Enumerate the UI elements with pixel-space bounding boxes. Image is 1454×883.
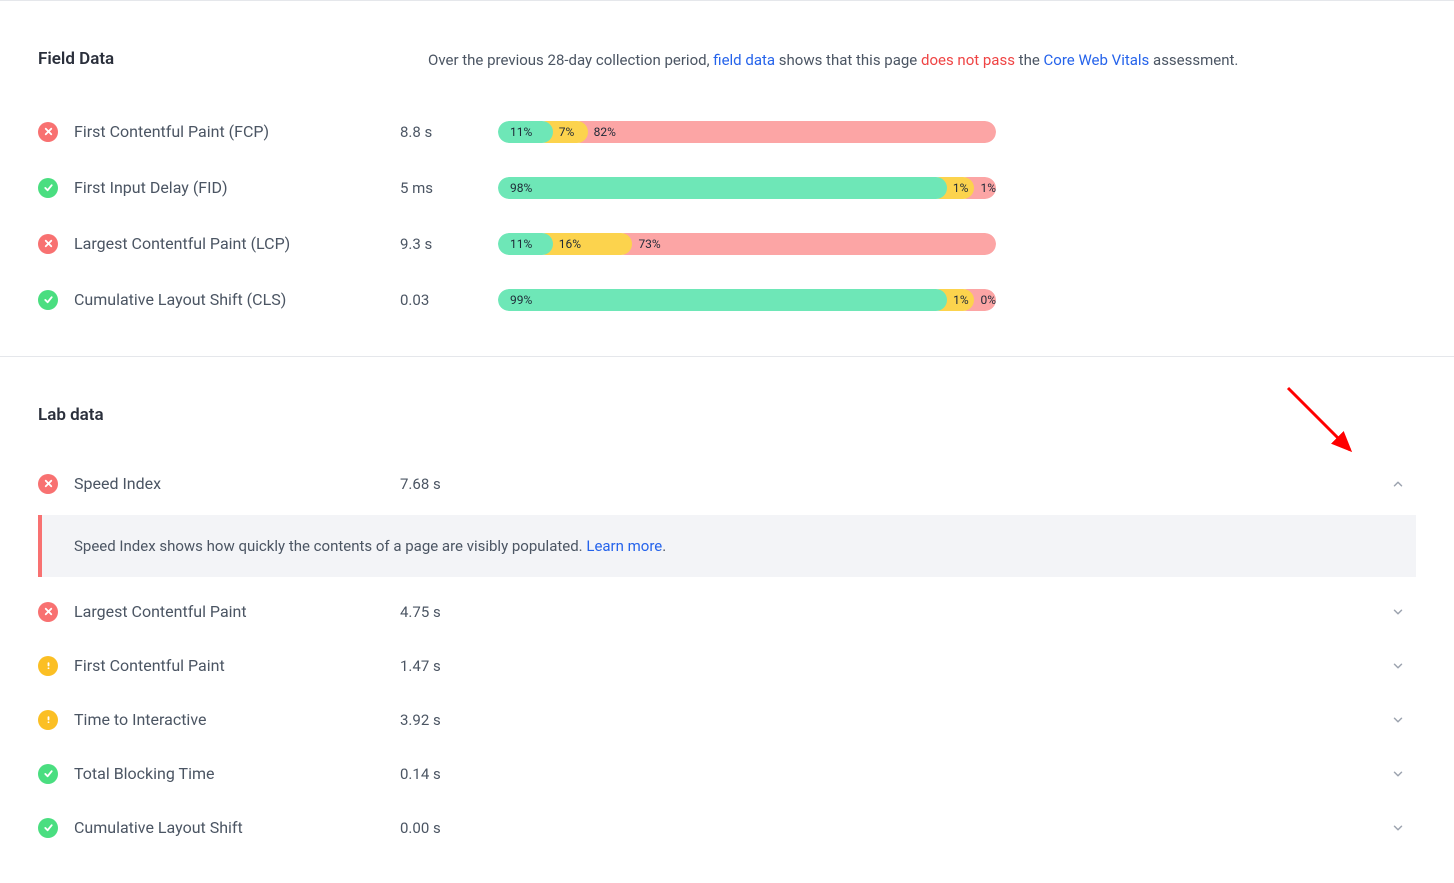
lab-metric-name: Time to Interactive bbox=[74, 710, 384, 729]
lab-metric-row[interactable]: Largest Contentful Paint 4.75 s bbox=[38, 585, 1416, 639]
lab-metrics-list: Speed Index 7.68 s Speed Index shows how q… bbox=[38, 457, 1416, 855]
field-metric-row: First Input Delay (FID) 5 ms 98%1%1% bbox=[38, 160, 1416, 216]
learn-more-link[interactable]: Learn more bbox=[586, 537, 662, 555]
lab-metric-value: 3.92 s bbox=[400, 711, 1372, 729]
chevron-down-icon[interactable] bbox=[1388, 818, 1408, 838]
dist-bad: 73% bbox=[614, 233, 996, 255]
metric-value: 0.03 bbox=[400, 291, 482, 309]
distribution-bar: 11%7%82% bbox=[498, 121, 996, 143]
lab-metric-row[interactable]: Speed Index 7.68 s bbox=[38, 457, 1416, 511]
metric-name: First Input Delay (FID) bbox=[74, 178, 384, 197]
field-data-section: Field Data Over the previous 28-day coll… bbox=[0, 0, 1454, 356]
does-not-pass-text: does not pass bbox=[921, 51, 1015, 69]
core-web-vitals-link[interactable]: Core Web Vitals bbox=[1044, 51, 1150, 69]
chevron-down-icon[interactable] bbox=[1388, 602, 1408, 622]
distribution-bar: 11%16%73% bbox=[498, 233, 996, 255]
dist-bad: 82% bbox=[570, 121, 996, 143]
metric-name: Largest Contentful Paint (LCP) bbox=[74, 234, 384, 253]
fail-icon bbox=[38, 234, 58, 254]
lab-metric-row[interactable]: Total Blocking Time 0.14 s bbox=[38, 747, 1416, 801]
lab-data-header: Lab data bbox=[38, 405, 1416, 425]
lab-metric-name: Speed Index bbox=[74, 474, 384, 493]
warn-icon bbox=[38, 656, 58, 676]
field-data-title: Field Data bbox=[38, 49, 398, 69]
field-data-description: Over the previous 28-day collection peri… bbox=[428, 49, 1238, 72]
pass-icon bbox=[38, 764, 58, 784]
dist-good: 98% bbox=[498, 177, 947, 199]
distribution-bar: 99%1%0% bbox=[498, 289, 996, 311]
lab-metric-value: 7.68 s bbox=[400, 475, 1372, 493]
lab-metric-row[interactable]: Time to Interactive 3.92 s bbox=[38, 693, 1416, 747]
pass-icon bbox=[38, 818, 58, 838]
metric-value: 5 ms bbox=[400, 179, 482, 197]
pass-icon bbox=[38, 290, 58, 310]
chevron-up-icon[interactable] bbox=[1388, 474, 1408, 494]
distribution-bar: 98%1%1% bbox=[498, 177, 996, 199]
metric-value: 8.8 s bbox=[400, 123, 482, 141]
metric-name: First Contentful Paint (FCP) bbox=[74, 122, 384, 141]
field-data-header: Field Data Over the previous 28-day coll… bbox=[38, 49, 1416, 72]
fail-icon bbox=[38, 474, 58, 494]
lab-metric-name: Total Blocking Time bbox=[74, 764, 384, 783]
chevron-down-icon[interactable] bbox=[1388, 710, 1408, 730]
lab-metric-value: 4.75 s bbox=[400, 603, 1372, 621]
lab-data-title: Lab data bbox=[38, 405, 398, 425]
metric-name: Cumulative Layout Shift (CLS) bbox=[74, 290, 384, 309]
field-metrics-list: First Contentful Paint (FCP) 8.8 s 11%7%82… bbox=[38, 104, 1416, 328]
dist-good: 11% bbox=[498, 233, 553, 255]
warn-icon bbox=[38, 710, 58, 730]
dist-good: 99% bbox=[498, 289, 947, 311]
chevron-down-icon[interactable] bbox=[1388, 764, 1408, 784]
lab-metric-value: 0.00 s bbox=[400, 819, 1372, 837]
lab-metric-name: First Contentful Paint bbox=[74, 656, 384, 675]
dist-good: 11% bbox=[498, 121, 553, 143]
metric-value: 9.3 s bbox=[400, 235, 482, 253]
lab-metric-row[interactable]: Cumulative Layout Shift 0.00 s bbox=[38, 801, 1416, 855]
lab-metric-name: Cumulative Layout Shift bbox=[74, 818, 384, 837]
field-metric-row: Cumulative Layout Shift (CLS) 0.03 99%1%0% bbox=[38, 272, 1416, 328]
metric-info-panel: Speed Index shows how quickly the conten… bbox=[38, 515, 1416, 577]
fail-icon bbox=[38, 602, 58, 622]
chevron-down-icon[interactable] bbox=[1388, 656, 1408, 676]
field-data-link[interactable]: field data bbox=[713, 51, 775, 69]
lab-metric-name: Largest Contentful Paint bbox=[74, 602, 384, 621]
pass-icon bbox=[38, 178, 58, 198]
lab-metric-value: 1.47 s bbox=[400, 657, 1372, 675]
lab-metric-value: 0.14 s bbox=[400, 765, 1372, 783]
field-metric-row: Largest Contentful Paint (LCP) 9.3 s 11%16… bbox=[38, 216, 1416, 272]
lab-metric-row[interactable]: First Contentful Paint 1.47 s bbox=[38, 639, 1416, 693]
fail-icon bbox=[38, 122, 58, 142]
field-metric-row: First Contentful Paint (FCP) 8.8 s 11%7%82… bbox=[38, 104, 1416, 160]
lab-data-section: Lab data Speed Index 7.68 s Speed Index sh… bbox=[0, 356, 1454, 883]
